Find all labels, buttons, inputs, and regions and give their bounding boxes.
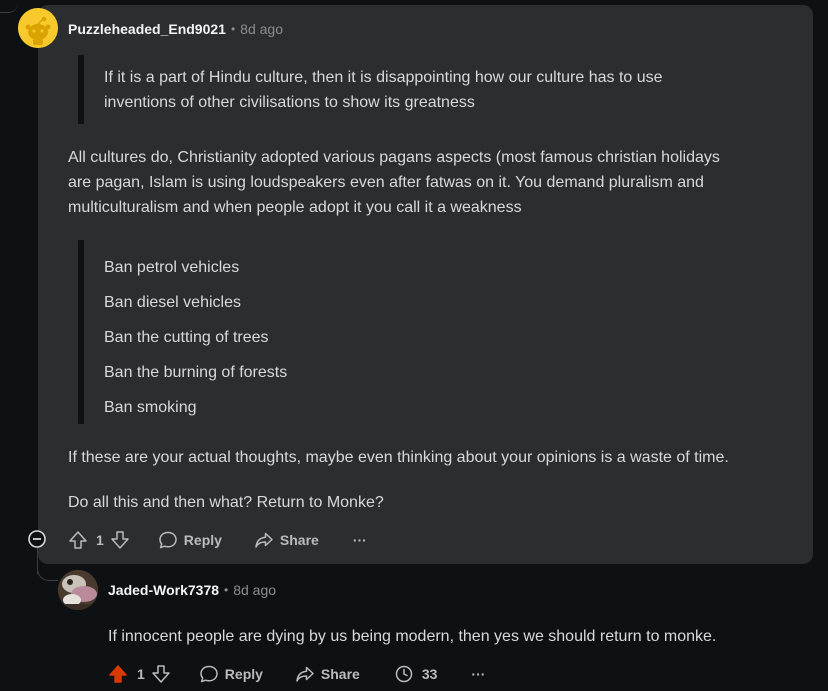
username-link[interactable]: Jaded-Work7378 (108, 582, 219, 598)
reply-label: Reply (224, 666, 263, 682)
more-options-button[interactable]: ··· (471, 666, 485, 682)
comment-meta: Jaded-Work7378 • 8d ago (108, 582, 276, 598)
quote-item: Ban diesel vehicles (104, 294, 241, 311)
comment-bubble-icon (200, 665, 218, 683)
comment-paragraph: If these are your actual thoughts, maybe… (68, 449, 729, 466)
quote-item: Ban the burning of forests (104, 364, 288, 381)
more-options-button[interactable]: ··· (353, 532, 367, 548)
reply-button[interactable]: Reply (199, 664, 263, 684)
blockquote-list: Ban petrol vehicles Ban diesel vehicles … (104, 250, 287, 425)
user-avatar[interactable] (18, 8, 58, 48)
upvote-icon (69, 531, 87, 549)
comment-action-bar: 1 Reply Share ··· (68, 528, 367, 552)
timestamp[interactable]: 8d ago (240, 21, 283, 37)
snoo-avatar-icon (18, 8, 58, 48)
quote-line: inventions of other civilisations to sho… (104, 94, 475, 111)
downvote-button[interactable] (110, 530, 130, 550)
comment-paragraph: Do all this and then what? Return to Mon… (68, 494, 384, 511)
user-avatar[interactable] (58, 570, 98, 610)
timer-icon (395, 665, 413, 683)
meta-separator: • (230, 22, 236, 36)
award-count: 33 (421, 666, 438, 682)
comment-body: If innocent people are dying by us being… (108, 628, 717, 645)
blockquote-text: If it is a part of Hindu culture, then i… (104, 65, 663, 115)
thread-line (0, 0, 18, 13)
comment-paragraph: All cultures do, Christianity adopted va… (68, 145, 720, 220)
collapse-icon (28, 530, 46, 548)
share-icon (296, 666, 314, 682)
quote-item: Ban smoking (104, 399, 197, 416)
avatar-image-icon (58, 570, 98, 610)
vote-score: 1 (96, 532, 104, 548)
timestamp[interactable]: 8d ago (233, 582, 276, 598)
blockquote-bar (78, 55, 84, 124)
paragraph-line: All cultures do, Christianity adopted va… (68, 149, 720, 166)
thread-line-branch (37, 566, 58, 581)
meta-separator: • (224, 583, 229, 597)
paragraph-line: multiculturalism and when people adopt i… (68, 199, 522, 216)
collapse-thread-button[interactable] (28, 530, 46, 548)
quote-item: Ban petrol vehicles (104, 259, 240, 276)
blockquote-bar (78, 240, 84, 424)
comment-meta: Puzzleheaded_End9021 • 8d ago (68, 21, 283, 37)
share-label: Share (320, 666, 360, 682)
share-label: Share (279, 532, 319, 548)
quote-line: If it is a part of Hindu culture, then i… (104, 69, 663, 86)
reply-button[interactable]: Reply (158, 530, 222, 550)
award-button[interactable]: 33 (394, 664, 438, 684)
comment-action-bar: 1 Reply Share 33 ··· (108, 662, 485, 686)
comment-thread: Puzzleheaded_End9021 • 8d ago If it is a… (0, 0, 828, 691)
upvote-button[interactable] (68, 530, 88, 550)
vote-score: 1 (137, 666, 145, 682)
reply-label: Reply (183, 532, 222, 548)
share-button[interactable]: Share (295, 664, 360, 684)
downvote-icon (152, 665, 170, 683)
share-button[interactable]: Share (254, 530, 319, 550)
upvote-button-active[interactable] (108, 664, 128, 684)
downvote-icon (111, 531, 129, 549)
paragraph-line: are pagan, Islam is using loudspeakers e… (68, 174, 704, 191)
quote-item: Ban the cutting of trees (104, 329, 269, 346)
username-link[interactable]: Puzzleheaded_End9021 (68, 21, 226, 37)
upvote-filled-icon (109, 665, 127, 683)
share-icon (255, 532, 273, 548)
downvote-button[interactable] (151, 664, 171, 684)
comment-bubble-icon (159, 531, 177, 549)
